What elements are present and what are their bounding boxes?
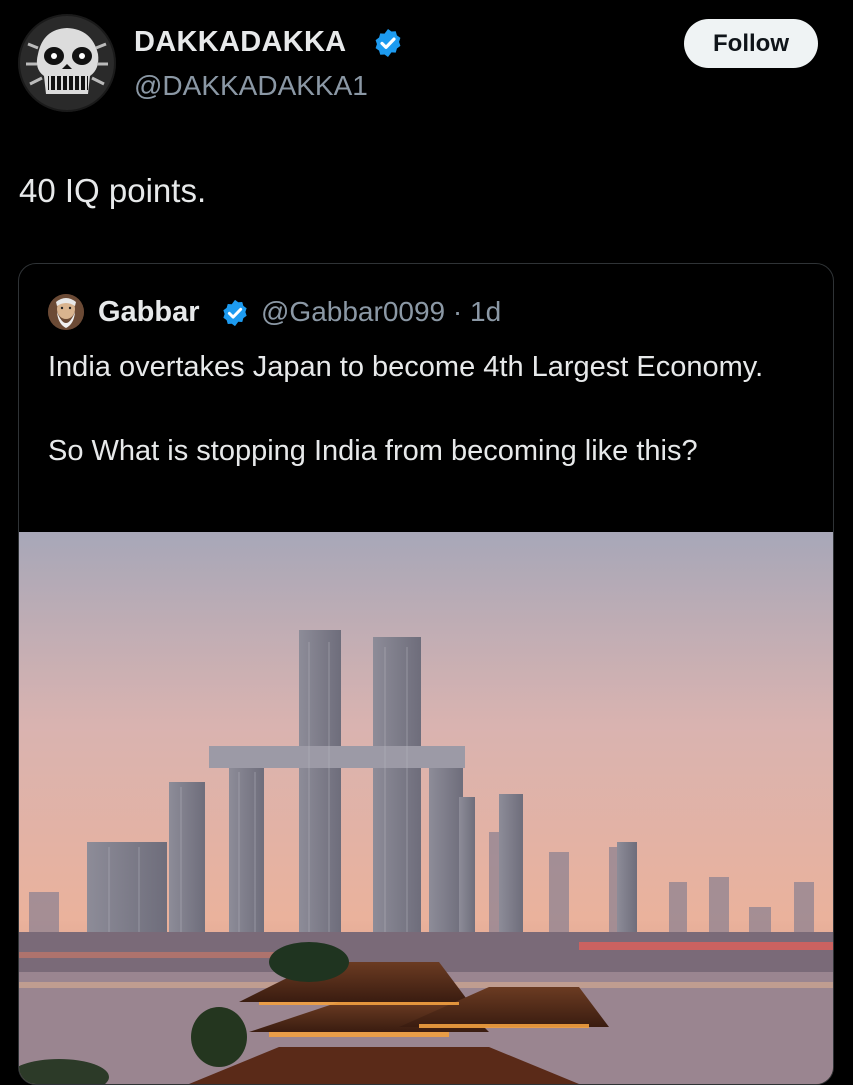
follow-button[interactable]: Follow: [684, 19, 818, 68]
quoted-verified-badge-icon: [223, 299, 247, 327]
author-handle[interactable]: @DAKKADAKKA1: [134, 70, 368, 102]
skull-avatar-icon: [18, 14, 116, 112]
author-display-name[interactable]: DAKKADAKKA: [134, 26, 346, 59]
quoted-tweet-line: India overtakes Japan to become 4th Larg…: [48, 351, 764, 383]
city-skyline-photo[interactable]: [19, 532, 833, 1084]
quoted-author-meta: @Gabbar0099 · 1d: [261, 296, 501, 328]
quoted-tweet-text: India overtakes Japan to become 4th Larg…: [48, 346, 808, 472]
quoted-author-handle[interactable]: @Gabbar0099: [261, 296, 445, 327]
tweet-text: 40 IQ points.: [19, 172, 207, 209]
quoted-tweet-line: So What is stopping India from becoming …: [48, 435, 698, 467]
old-man-avatar-icon: [48, 294, 84, 330]
quoted-author-avatar[interactable]: [48, 294, 84, 330]
quoted-tweet-time[interactable]: · 1d: [453, 296, 501, 327]
quoted-author-name[interactable]: Gabbar: [98, 296, 200, 329]
verified-badge-icon: [375, 29, 401, 57]
author-avatar[interactable]: [18, 14, 116, 112]
quoted-tweet-card[interactable]: Gabbar @Gabbar0099 · 1d India overtakes …: [18, 263, 834, 1085]
